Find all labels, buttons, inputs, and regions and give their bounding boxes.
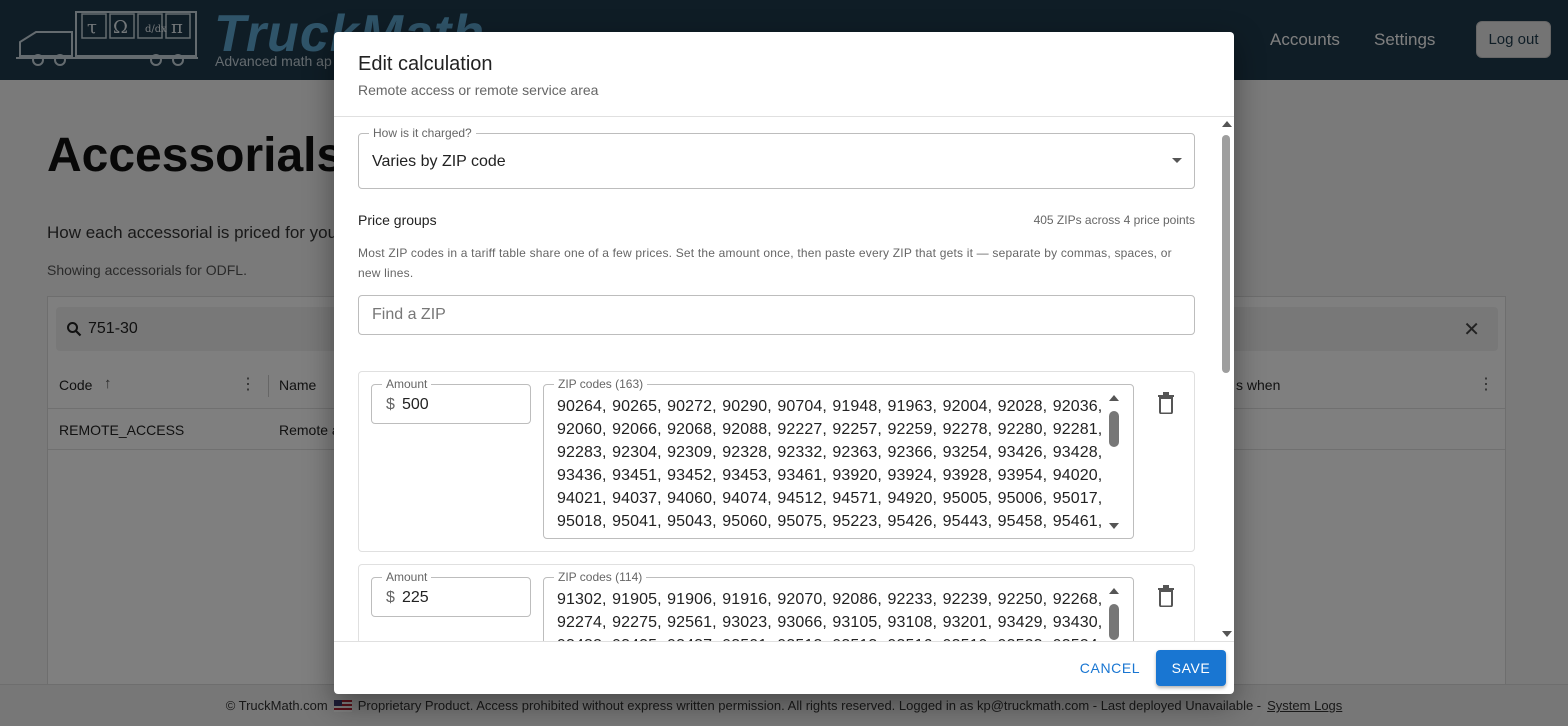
save-button[interactable]: SAVE [1156,650,1226,686]
scroll-up-icon[interactable] [1109,395,1119,401]
price-groups-title: Price groups [358,212,437,228]
zip-codes-field[interactable]: ZIP codes (114) 91302, 91905, 91906, 919… [543,570,1134,641]
scroll-thumb[interactable] [1222,135,1230,373]
zip-codes-textarea[interactable]: 91302, 91905, 91906, 91916, 92070, 92086… [557,588,1105,641]
edit-calculation-dialog: Edit calculation Remote access or remote… [334,32,1234,694]
find-zip-field[interactable] [358,295,1195,335]
price-groups-help: Most ZIP codes in a tariff table share o… [358,246,1172,280]
dialog-content: How is it charged? Varies by ZIP code Pr… [334,117,1220,641]
divider [334,641,1234,642]
amount-value[interactable]: 500 [402,396,429,414]
zip-codes-textarea[interactable]: 90264, 90265, 90272, 90290, 90704, 91948… [557,395,1105,529]
currency-symbol: $ [386,589,395,606]
scroll-down-icon[interactable] [1222,631,1232,637]
delete-group-icon[interactable] [1157,585,1175,607]
currency-symbol: $ [386,396,395,413]
find-zip-input[interactable] [359,296,1194,334]
dropdown-caret-icon [1172,158,1182,163]
dialog-subtitle: Remote access or remote service area [358,82,599,98]
price-group-card: Amount $ 500 ZIP codes (163) 90264, 9026… [358,371,1195,552]
zip-codes-scrollbar[interactable] [1107,586,1121,641]
zip-codes-label: ZIP codes (163) [554,377,648,391]
dialog-scrollbar[interactable] [1220,117,1234,641]
price-groups-summary: 405 ZIPs across 4 price points [1033,213,1195,227]
amount-field[interactable]: Amount $ 225 [371,570,531,617]
zip-codes-scrollbar[interactable] [1107,393,1121,531]
price-group-card: Amount $ 225 ZIP codes (114) 91302, 9190… [358,564,1195,641]
scroll-thumb[interactable] [1109,411,1119,447]
zip-codes-field[interactable]: ZIP codes (163) 90264, 90265, 90272, 902… [543,377,1134,539]
amount-label: Amount [382,377,432,391]
scroll-thumb[interactable] [1109,604,1119,640]
charge-method-label: How is it charged? [369,126,476,140]
amount-label: Amount [382,570,432,584]
amount-value[interactable]: 225 [402,589,429,607]
dialog-title: Edit calculation [358,53,493,75]
scroll-up-icon[interactable] [1222,121,1232,127]
zip-codes-label: ZIP codes (114) [554,570,647,584]
delete-group-icon[interactable] [1157,392,1175,414]
charge-method-value: Varies by ZIP code [372,153,506,170]
amount-field[interactable]: Amount $ 500 [371,377,531,424]
cancel-button[interactable]: CANCEL [1074,652,1146,684]
scroll-up-icon[interactable] [1109,588,1119,594]
charge-method-select[interactable]: How is it charged? Varies by ZIP code [358,126,1195,189]
scroll-down-icon[interactable] [1109,523,1119,529]
